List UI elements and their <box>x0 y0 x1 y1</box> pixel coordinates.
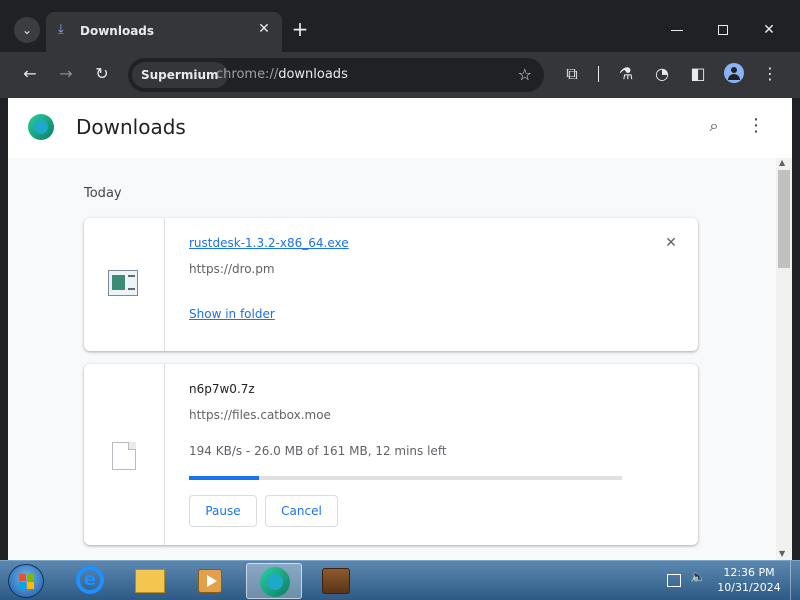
minimize-button[interactable] <box>662 15 692 45</box>
browser-logo-icon <box>28 114 54 140</box>
taskbar: e 🔈 12:36 PM 10/31/2024 <box>0 560 800 600</box>
maximize-button[interactable] <box>708 15 738 45</box>
file-name: n6p7w0.7z <box>189 382 255 396</box>
new-tab-button[interactable]: + <box>288 18 312 42</box>
page-header: Downloads ⌕ ⋮ <box>8 98 792 158</box>
back-button[interactable]: ← <box>18 62 42 86</box>
media-player-icon[interactable] <box>182 563 238 599</box>
progress-bar <box>189 476 622 480</box>
labs-flask-icon[interactable]: ⚗ <box>614 62 638 86</box>
file-icon-area <box>84 364 165 545</box>
browser-menu-icon[interactable]: ⋮ <box>758 62 782 86</box>
reload-button[interactable]: ↻ <box>90 62 114 86</box>
show-desktop-button[interactable] <box>790 561 800 600</box>
site-chip[interactable]: Supermium <box>132 62 228 88</box>
url-text[interactable]: chrome://downloads <box>216 67 348 82</box>
downloads-toolbar-icon[interactable]: ◔ <box>650 62 674 86</box>
supermium-browser-icon[interactable] <box>246 563 302 599</box>
file-icon-area <box>84 218 165 351</box>
cancel-button[interactable]: Cancel <box>265 495 338 527</box>
scrollbar-thumb[interactable] <box>778 170 790 268</box>
progress-fill <box>189 476 259 480</box>
source-url: https://dro.pm <box>189 262 275 276</box>
exe-file-icon <box>108 270 138 296</box>
start-button[interactable] <box>8 564 44 598</box>
bookmark-star-icon[interactable]: ☆ <box>518 63 532 87</box>
pause-button[interactable]: Pause <box>189 495 257 527</box>
downloads-page: Downloads ⌕ ⋮ Today rustdesk-1.3.2-x86_6… <box>8 98 792 560</box>
download-item: rustdesk-1.3.2-x86_64.exe https://dro.pm… <box>84 218 698 351</box>
progress-status: 194 KB/s - 26.0 MB of 161 MB, 12 mins le… <box>189 444 447 458</box>
browser-toolbar: ← → ↻ Supermium chrome://downloads ☆ ⧉ ⚗… <box>0 52 800 98</box>
scrollbar[interactable]: ▲ ▼ <box>776 158 792 560</box>
search-icon[interactable]: ⌕ <box>702 114 726 138</box>
extensions-icon[interactable]: ⧉ <box>560 62 584 86</box>
side-panel-icon[interactable]: ◧ <box>686 62 710 86</box>
scroll-down-arrow-icon[interactable]: ▼ <box>779 549 785 558</box>
file-name-link[interactable]: rustdesk-1.3.2-x86_64.exe <box>189 236 349 250</box>
source-url: https://files.catbox.moe <box>189 408 331 422</box>
more-actions-icon[interactable]: ⋮ <box>744 114 768 138</box>
system-clock[interactable]: 12:36 PM 10/31/2024 <box>712 565 786 595</box>
close-window-button[interactable]: ✕ <box>754 15 784 45</box>
clock-time: 12:36 PM <box>723 566 775 579</box>
download-icon: ⤓ <box>58 22 64 37</box>
internet-explorer-icon[interactable]: e <box>62 563 118 599</box>
date-section-label: Today <box>84 186 122 201</box>
tab-search-button[interactable]: ⌄ <box>14 17 40 43</box>
volume-icon[interactable]: 🔈 <box>690 570 706 585</box>
tab-downloads[interactable]: ⤓ Downloads ✕ <box>46 12 282 52</box>
windows-explorer-icon[interactable] <box>122 563 178 599</box>
show-in-folder-link[interactable]: Show in folder <box>189 307 275 321</box>
forward-button[interactable]: → <box>54 62 78 86</box>
address-bar[interactable]: Supermium chrome://downloads ☆ <box>128 58 544 92</box>
tab-title: Downloads <box>80 24 155 38</box>
action-center-flag-icon[interactable] <box>667 574 681 587</box>
clock-date: 10/31/2024 <box>717 581 781 594</box>
generic-file-icon <box>112 442 136 470</box>
close-tab-icon[interactable]: ✕ <box>256 21 272 37</box>
remove-download-icon[interactable]: ✕ <box>662 234 680 252</box>
toolbar-separator <box>598 66 599 82</box>
profile-avatar-icon[interactable] <box>724 63 744 83</box>
winrar-icon[interactable] <box>308 563 364 599</box>
scroll-up-arrow-icon[interactable]: ▲ <box>779 158 785 167</box>
download-item: n6p7w0.7z https://files.catbox.moe 194 K… <box>84 364 698 545</box>
page-title: Downloads <box>76 115 186 139</box>
tab-strip: ⌄ ⤓ Downloads ✕ + ✕ <box>0 0 800 52</box>
